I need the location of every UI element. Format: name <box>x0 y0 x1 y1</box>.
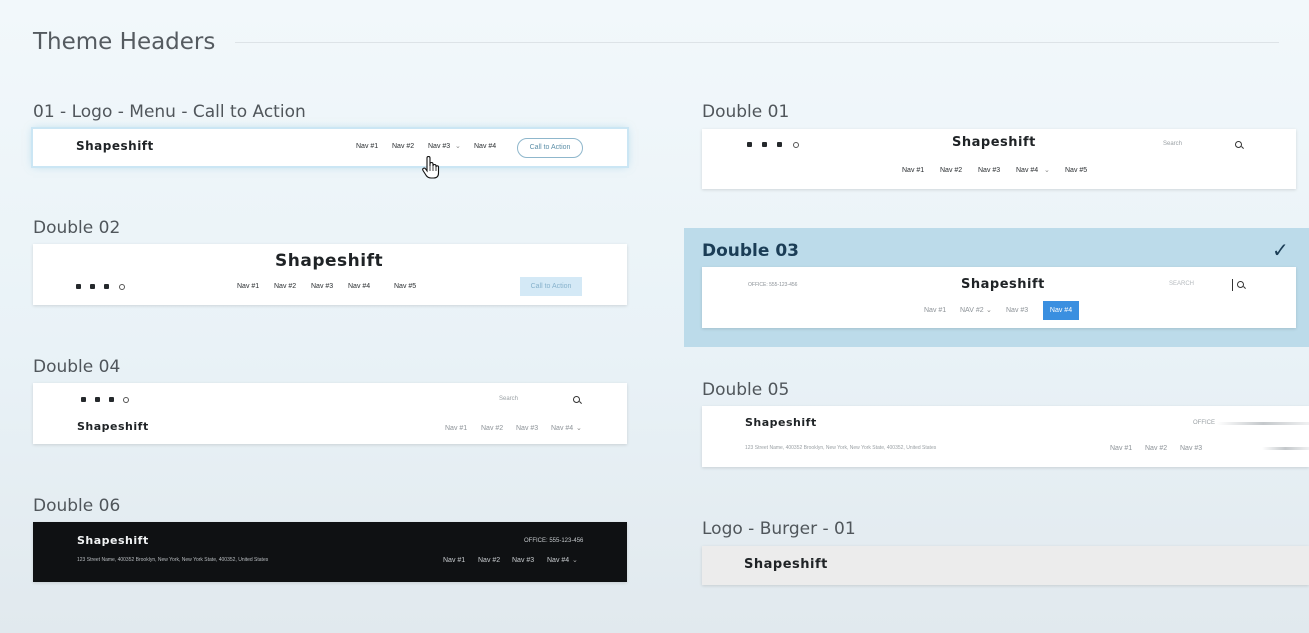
call-to-action-button: Call to Action <box>520 277 582 296</box>
tile-title-double-04: Double 04 <box>33 357 121 377</box>
twitter-icon <box>95 397 100 402</box>
search-icon <box>573 396 580 403</box>
tile-title-double-05: Double 05 <box>702 380 790 400</box>
nav-item-3: Nav #3 <box>978 167 1001 174</box>
logo: Shapeshift <box>952 135 1036 150</box>
search-placeholder: Search <box>1163 141 1183 147</box>
office-label: OFFICE <box>1193 420 1215 426</box>
youtube-icon <box>104 284 109 289</box>
nav-item-2: Nav #2 <box>940 167 963 174</box>
check-icon: ✓ <box>1272 238 1289 262</box>
nav-item-3: Nav #3 <box>1006 307 1029 314</box>
call-to-action-button: Call to Action <box>517 138 583 158</box>
chevron-down-icon: ⌄ <box>572 556 578 564</box>
header-preview-logo-burger-01[interactable]: Shapeshift <box>702 546 1309 585</box>
chevron-down-icon: ⌄ <box>455 142 461 150</box>
twitter-icon <box>90 284 95 289</box>
nav-item-3: Nav #3 <box>512 557 535 564</box>
office-phone: OFFICE: 555-123-456 <box>748 282 798 288</box>
nav-item-1: Nav #1 <box>902 167 925 174</box>
nav-item-3: Nav #3 <box>516 425 539 432</box>
nav-item-1: Nav #1 <box>1110 445 1133 452</box>
youtube-icon <box>777 142 782 147</box>
search-placeholder: SEARCH <box>1169 281 1195 287</box>
nav-item-2: Nav #2 <box>392 143 415 150</box>
hand-pointer-icon <box>422 156 440 179</box>
blurred-content <box>1262 447 1309 450</box>
chevron-down-icon: ⌄ <box>1044 166 1050 174</box>
nav-item-5: Nav #5 <box>394 283 417 290</box>
nav-item-5: Nav #5 <box>1065 167 1088 174</box>
nav-item-3: Nav #3 <box>1180 445 1203 452</box>
nav-item-4: Nav #4 <box>1016 167 1039 174</box>
nav-item-1: Nav #1 <box>443 557 466 564</box>
chevron-down-icon: ⌄ <box>986 306 992 314</box>
page-title: Theme Headers <box>33 29 216 55</box>
tile-title-double-01: Double 01 <box>702 102 790 122</box>
address-line: 123 Street Name, 400352 Brooklyn, New Yo… <box>745 445 937 451</box>
address-line: 123 Street Name, 400352 Brooklyn, New Yo… <box>77 557 269 563</box>
nav-item-2: NAV #2 <box>960 307 984 314</box>
nav-item-4-active: Nav #4 <box>1043 301 1079 320</box>
nav-item-4: Nav #4 <box>547 557 570 564</box>
nav-item-1: Nav #1 <box>356 143 379 150</box>
header-preview-double-06[interactable]: Shapeshift OFFICE: 555-123-456 123 Stree… <box>33 522 627 582</box>
instagram-icon <box>119 284 125 290</box>
nav-item-2: Nav #2 <box>478 557 501 564</box>
tile-title-double-03: Double 03 <box>702 241 799 261</box>
instagram-icon <box>793 142 799 148</box>
search-divider <box>1232 279 1233 291</box>
logo: Shapeshift <box>77 420 149 433</box>
nav-item-2: Nav #2 <box>274 283 297 290</box>
blurred-content <box>1217 422 1309 425</box>
logo: Shapeshift <box>744 557 828 572</box>
youtube-icon <box>109 397 114 402</box>
logo: Shapeshift <box>961 277 1045 292</box>
tile-title-logo-burger-01: Logo - Burger - 01 <box>702 519 856 539</box>
nav-item-3: Nav #3 <box>311 283 334 290</box>
logo: Shapeshift <box>745 416 817 429</box>
nav-item-4: Nav #4 <box>474 143 497 150</box>
nav-item-4: Nav #4 <box>348 283 371 290</box>
tile-title-double-06: Double 06 <box>33 496 121 516</box>
header-preview-double-05[interactable]: Shapeshift OFFICE 123 Street Name, 40035… <box>702 406 1309 467</box>
nav-item-2: Nav #2 <box>481 425 504 432</box>
tile-title-double-02: Double 02 <box>33 218 121 238</box>
logo: Shapeshift <box>77 534 149 547</box>
facebook-icon <box>76 284 81 289</box>
nav-item-2: Nav #2 <box>1145 445 1168 452</box>
header-preview-double-03[interactable]: OFFICE: 555-123-456 Shapeshift SEARCH Na… <box>702 267 1296 328</box>
facebook-icon <box>747 142 752 147</box>
header-preview-double-01[interactable]: Shapeshift Search Nav #1 Nav #2 Nav #3 N… <box>702 129 1296 189</box>
nav-item-1: Nav #1 <box>924 307 947 314</box>
nav-item-1: Nav #1 <box>445 425 468 432</box>
instagram-icon <box>123 397 129 403</box>
search-icon <box>1237 281 1244 288</box>
header-preview-double-02[interactable]: Shapeshift Nav #1 Nav #2 Nav #3 Nav #4 N… <box>33 244 627 305</box>
logo: Shapeshift <box>275 251 384 271</box>
title-divider <box>235 42 1279 43</box>
tile-title-01: 01 - Logo - Menu - Call to Action <box>33 102 306 122</box>
header-preview-double-04[interactable]: Search Shapeshift Nav #1 Nav #2 Nav #3 N… <box>33 383 627 444</box>
logo: Shapeshift <box>76 139 154 153</box>
facebook-icon <box>81 397 86 402</box>
chevron-down-icon: ⌄ <box>576 424 582 432</box>
office-phone: OFFICE: 555-123-456 <box>524 538 584 544</box>
search-placeholder: Search <box>499 396 519 402</box>
nav-item-1: Nav #1 <box>237 283 260 290</box>
nav-item-4: Nav #4 <box>551 425 574 432</box>
header-preview-01[interactable]: Shapeshift Nav #1 Nav #2 Nav #3 ⌄ Nav #4… <box>31 127 629 168</box>
search-icon <box>1235 141 1242 148</box>
twitter-icon <box>762 142 767 147</box>
nav-item-3: Nav #3 <box>428 143 451 150</box>
